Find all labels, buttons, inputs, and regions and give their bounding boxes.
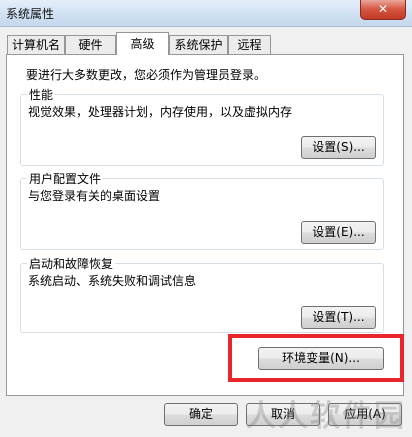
startup-recovery-settings-button[interactable]: 设置(T)... <box>301 306 376 329</box>
startup-recovery-description: 系统启动、系统失败和调试信息 <box>28 274 197 288</box>
tab-advanced[interactable]: 高级 <box>116 32 169 55</box>
performance-description: 视觉效果，处理器计划，内存使用，以及虚拟内存 <box>28 105 293 119</box>
close-icon: ✕ <box>377 2 389 16</box>
user-profiles-group: 用户配置文件 与您登录有关的桌面设置 设置(E)... <box>20 170 384 250</box>
tab-computer-name[interactable]: 计算机名 <box>7 35 65 54</box>
window-title: 系统属性 <box>6 7 55 21</box>
cancel-button[interactable]: 取消 <box>246 403 320 426</box>
tab-system-protection[interactable]: 系统保护 <box>169 35 228 54</box>
tab-remote[interactable]: 远程 <box>228 35 271 54</box>
performance-group: 性能 视觉效果，处理器计划，内存使用，以及虚拟内存 设置(S)... <box>20 86 384 166</box>
tab-hardware[interactable]: 硬件 <box>65 35 116 54</box>
performance-settings-button[interactable]: 设置(S)... <box>301 136 376 159</box>
apply-button[interactable]: 应用(A) <box>328 403 402 426</box>
admin-note: 要进行大多数更改，您必须作为管理员登录。 <box>26 68 267 82</box>
close-button[interactable]: ✕ <box>360 0 406 20</box>
environment-variables-button[interactable]: 环境变量(N)... <box>258 347 384 370</box>
user-profiles-title: 用户配置文件 <box>27 170 104 187</box>
user-profiles-settings-button[interactable]: 设置(E)... <box>301 221 376 244</box>
user-profiles-description: 与您登录有关的桌面设置 <box>28 189 161 203</box>
title-bar: 系统属性 ✕ <box>0 0 412 27</box>
ok-button[interactable]: 确定 <box>164 403 238 426</box>
performance-title: 性能 <box>27 86 56 103</box>
startup-recovery-group: 启动和故障恢复 系统启动、系统失败和调试信息 设置(T)... <box>20 255 384 333</box>
startup-recovery-title: 启动和故障恢复 <box>27 255 116 272</box>
